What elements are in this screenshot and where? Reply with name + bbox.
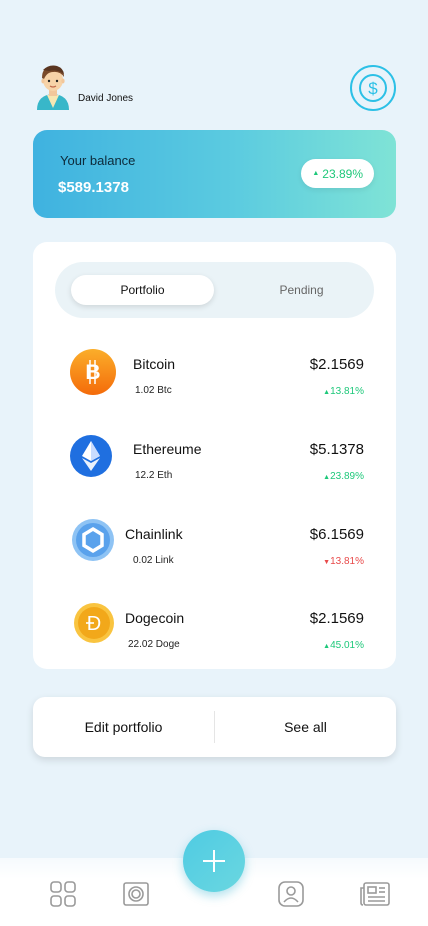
ethereum-icon — [69, 434, 117, 482]
username: David Jones — [78, 93, 134, 104]
list-item[interactable]: B Bitcoin 1.02 Btc $2.1569 ▲13.81% — [33, 348, 396, 408]
asset-price: $6.1569 — [309, 526, 364, 543]
news-icon[interactable] — [358, 880, 392, 908]
asset-change-value: 13.81% — [330, 556, 364, 567]
header: David Jones $ — [33, 60, 396, 112]
asset-change: ▲45.01% — [323, 640, 364, 651]
asset-change-value: 45.01% — [330, 640, 364, 651]
dashboard-icon[interactable] — [49, 880, 77, 908]
asset-price: $5.1378 — [309, 441, 364, 458]
svg-text:D: D — [87, 613, 101, 635]
action-bar: Edit portfolio See all — [33, 697, 396, 757]
wallet-icon[interactable] — [122, 880, 150, 908]
boy-avatar-icon — [37, 65, 69, 110]
asset-amount: 1.02 Btc — [135, 385, 172, 396]
bitcoin-icon: B — [69, 348, 117, 396]
svg-text:B: B — [85, 361, 100, 384]
balance-label: Your balance — [60, 153, 136, 168]
asset-amount: 22.02 Doge — [128, 639, 180, 650]
asset-change: ▲23.89% — [323, 471, 364, 482]
portfolio-panel: Portfolio Pending B Bitcoin 1.02 Btc $2.… — [33, 242, 396, 669]
asset-price: $2.1569 — [309, 356, 364, 373]
tab-bar: Portfolio Pending — [55, 262, 374, 318]
asset-name: Dogecoin — [125, 610, 185, 626]
list-item[interactable]: D Dogecoin 22.02 Doge $2.1569 ▲45.01% — [33, 602, 396, 662]
asset-change: ▼13.81% — [323, 556, 364, 567]
balance-value: $589.1378 — [58, 179, 129, 196]
coin-button[interactable]: $ — [350, 65, 396, 111]
edit-portfolio-button[interactable]: Edit portfolio — [33, 697, 214, 757]
balance-change: 23.89% — [322, 166, 363, 181]
tab-portfolio[interactable]: Portfolio — [71, 275, 214, 305]
svg-text:$: $ — [368, 79, 378, 98]
profile-icon[interactable] — [277, 880, 305, 908]
asset-change-value: 13.81% — [330, 386, 364, 397]
balance-card: Your balance $589.1378 ▲ 23.89% — [33, 130, 396, 218]
see-all-button[interactable]: See all — [215, 697, 396, 757]
tab-pending[interactable]: Pending — [229, 275, 374, 305]
balance-change-badge: ▲ 23.89% — [301, 159, 374, 188]
dogecoin-icon: D — [73, 602, 121, 650]
list-item[interactable]: Chainlink 0.02 Link $6.1569 ▼13.81% — [33, 518, 396, 578]
list-item[interactable]: Ethereume 12.2 Eth $5.1378 ▲23.89% — [33, 433, 396, 493]
asset-change: ▲13.81% — [323, 386, 364, 397]
dollar-coin-icon: $ — [359, 74, 387, 102]
asset-price: $2.1569 — [309, 610, 364, 627]
add-button[interactable] — [183, 830, 245, 892]
chainlink-icon — [71, 518, 119, 566]
asset-name: Chainlink — [125, 526, 183, 542]
arrow-up-icon: ▲ — [312, 170, 320, 177]
avatar[interactable] — [33, 62, 73, 110]
asset-change-value: 23.89% — [330, 471, 364, 482]
plus-icon — [203, 850, 225, 872]
asset-name: Ethereume — [133, 441, 202, 457]
asset-name: Bitcoin — [133, 356, 176, 372]
asset-amount: 12.2 Eth — [135, 470, 173, 481]
asset-amount: 0.02 Link — [133, 555, 174, 566]
